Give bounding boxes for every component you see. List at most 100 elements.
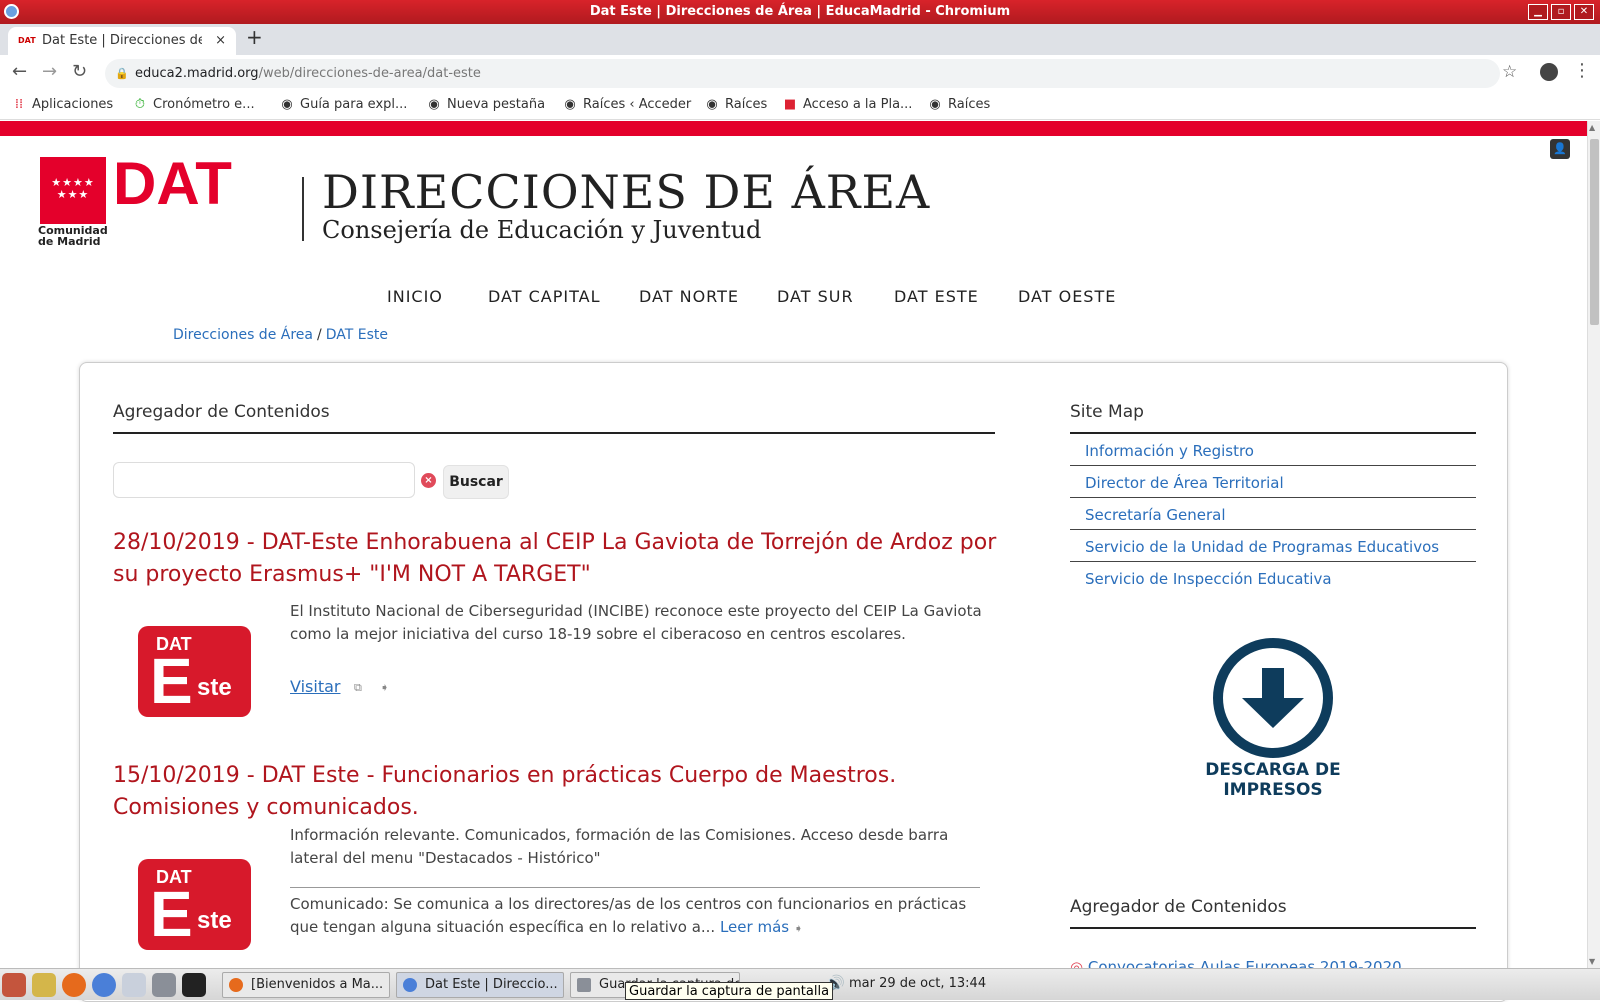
apps-grid-icon: ⁞⁞ <box>14 97 24 112</box>
nav-dat-oeste[interactable]: DAT OESTE <box>1018 287 1116 306</box>
firefox-icon[interactable] <box>62 973 86 997</box>
heading-rule <box>113 432 995 434</box>
tab-close-icon[interactable]: × <box>215 27 226 55</box>
scroll-up-icon[interactable]: ▲ <box>1589 123 1595 132</box>
chromium-icon <box>4 4 19 19</box>
reload-icon[interactable]: ↻ <box>72 61 87 82</box>
lock-icon: 🔒 <box>115 67 129 80</box>
editor-icon[interactable] <box>32 973 56 997</box>
download-arrow-shaft <box>1262 668 1284 702</box>
url-path: /web/direcciones-de-area/dat-este <box>258 66 481 81</box>
news-title-2[interactable]: 15/10/2019 - DAT Este - Funcionarios en … <box>113 760 1003 824</box>
bookmarks-bar: ⁞⁞ Aplicaciones ⏱ Cronómetro e... ◉ Guía pa… <box>0 92 1600 120</box>
back-icon[interactable]: ← <box>12 61 27 82</box>
bookmark-nueva-pestana[interactable]: ◉ Nueva pestaña <box>427 97 545 112</box>
account-icon[interactable] <box>1540 63 1558 81</box>
nav-inicio[interactable]: INICIO <box>387 287 443 306</box>
news-thumb-2[interactable]: DAT E ste <box>138 859 251 950</box>
task-dat-este[interactable]: Dat Este | Direccio... <box>396 972 564 998</box>
bookmark-star-icon[interactable]: ☆ <box>1502 62 1517 82</box>
globe-icon: ◉ <box>706 97 718 112</box>
sitemap-item-informacion[interactable]: Información y Registro <box>1070 434 1476 466</box>
chromium-icon <box>403 978 417 992</box>
clock[interactable]: mar 29 de oct, 13:44 <box>849 976 986 991</box>
minimize-icon[interactable]: ▁ <box>1528 4 1548 20</box>
scroll-down-icon[interactable]: ▼ <box>1589 957 1595 966</box>
external-link-icon[interactable]: ⧉ <box>354 681 362 695</box>
visit-link[interactable]: Visitar <box>290 677 340 696</box>
forward-icon[interactable]: → <box>42 61 57 82</box>
bookmark-apps[interactable]: ⁞⁞ Aplicaciones <box>12 97 113 112</box>
clear-search-icon[interactable]: × <box>421 473 436 488</box>
news-body-2: Información relevante. Comunicados, form… <box>290 826 949 867</box>
url-host: educa2.madrid.org <box>135 66 259 81</box>
address-bar[interactable]: 🔒 educa2.madrid.org/web/direcciones-de-ar… <box>105 59 1500 88</box>
tab-favicon-icon: DAT <box>18 36 36 45</box>
tab-title: Dat Este | Direcciones de Área | EducaMa… <box>42 33 202 48</box>
comunidad-madrid-logo[interactable]: ★★★★ ★★★ <box>40 157 106 224</box>
sitemap-item-programas[interactable]: Servicio de la Unidad de Programas Educa… <box>1070 530 1476 562</box>
thumb-e: E <box>150 645 193 717</box>
logo-dat[interactable]: DAT <box>113 152 232 216</box>
bookmark-cronometro[interactable]: ⏱ Cronómetro e... <box>133 97 255 112</box>
terminal-icon[interactable] <box>182 973 206 997</box>
bookmark-raices-acceder[interactable]: ◉ Raíces ‹ Acceder <box>563 97 691 112</box>
arrow-right-icon[interactable]: ➧ <box>794 922 803 935</box>
sitemap-item-secretaria[interactable]: Secretaría General <box>1070 498 1476 530</box>
stopwatch-icon: ⏱ <box>134 97 146 112</box>
task-bienvenidos[interactable]: [Bienvenidos a Ma... <box>222 972 390 998</box>
page-subtitle: Consejería de Educación y Juventud <box>322 216 762 244</box>
sitemap-item-inspeccion[interactable]: Servicio de Inspección Educativa <box>1070 562 1476 594</box>
user-sign-in-icon[interactable]: 👤 <box>1550 139 1570 159</box>
sitemap-item-director[interactable]: Director de Área Territorial <box>1070 466 1476 498</box>
chromium-icon[interactable] <box>92 973 116 997</box>
scroll-thumb[interactable] <box>1590 139 1599 325</box>
screenshot-icon[interactable] <box>152 973 176 997</box>
screenshot-icon <box>577 978 591 992</box>
thumb-ste: ste <box>197 674 232 701</box>
tab-strip: DAT Dat Este | Direcciones de Área | Edu… <box>0 24 1600 55</box>
globe-icon: ◉ <box>428 97 440 112</box>
files-icon[interactable] <box>122 973 146 997</box>
breadcrumb-current[interactable]: DAT Este <box>326 327 388 343</box>
bookmark-guia[interactable]: ◉ Guía para expl... <box>280 97 407 112</box>
download-label[interactable]: DESCARGA DE IMPRESOS <box>1190 760 1356 800</box>
nav-dat-este[interactable]: DAT ESTE <box>894 287 979 306</box>
bookmark-raices-2[interactable]: ◉ Raíces <box>928 97 990 112</box>
close-window-icon[interactable]: ✕ <box>1574 4 1594 20</box>
bookmark-raices[interactable]: ◉ Raíces <box>705 97 767 112</box>
news-thumb-1[interactable]: DAT E ste <box>138 626 251 717</box>
maximize-icon[interactable]: ▫ <box>1551 4 1571 20</box>
new-tab-icon[interactable]: + <box>246 25 263 49</box>
browser-tab[interactable]: DAT Dat Este | Direcciones de Área | Edu… <box>8 27 236 55</box>
read-more-link[interactable]: Leer más <box>720 918 789 936</box>
bookmark-acceso-plataforma[interactable]: ■ Acceso a la Pla... <box>783 97 913 112</box>
nav-dat-norte[interactable]: DAT NORTE <box>639 287 739 306</box>
aggregator-heading: Agregador de Contenidos <box>113 402 330 422</box>
sidebar-aggregator-rule <box>1070 927 1476 929</box>
nav-dat-capital[interactable]: DAT CAPITAL <box>488 287 600 306</box>
globe-icon: ◉ <box>929 97 941 112</box>
top-red-bar <box>0 121 1587 136</box>
toolbar: ← → ↻ 🔒 educa2.madrid.org/web/direcciones… <box>0 55 1600 92</box>
nav-dat-sur[interactable]: DAT SUR <box>777 287 854 306</box>
sitemap-heading: Site Map <box>1070 402 1144 422</box>
news-divider <box>290 887 980 888</box>
arrow-right-icon[interactable]: ➧ <box>380 681 389 694</box>
window-controls: ▁ ▫ ✕ <box>1528 4 1594 20</box>
search-button[interactable]: Buscar <box>443 465 509 499</box>
window-title: Dat Este | Direcciones de Área | EducaMa… <box>589 4 1011 19</box>
menu-app-icon[interactable] <box>2 973 26 997</box>
sidebar-aggregator-heading: Agregador de Contenidos <box>1070 897 1287 917</box>
breadcrumb-root[interactable]: Direcciones de Área <box>173 327 313 343</box>
logo-org-text: Comunidad de Madrid <box>38 224 108 248</box>
thumb-ste: ste <box>197 907 232 934</box>
firefox-icon <box>229 978 243 992</box>
news-title-1[interactable]: 28/10/2019 - DAT-Este Enhorabuena al CEI… <box>113 527 1003 591</box>
download-arrow-head <box>1242 698 1304 728</box>
search-input[interactable] <box>113 462 415 498</box>
page-scrollbar[interactable]: ▲ ▼ <box>1587 121 1600 968</box>
globe-icon: ◉ <box>281 97 293 112</box>
menu-icon[interactable]: ⋮ <box>1573 60 1591 81</box>
header-divider <box>302 177 304 241</box>
